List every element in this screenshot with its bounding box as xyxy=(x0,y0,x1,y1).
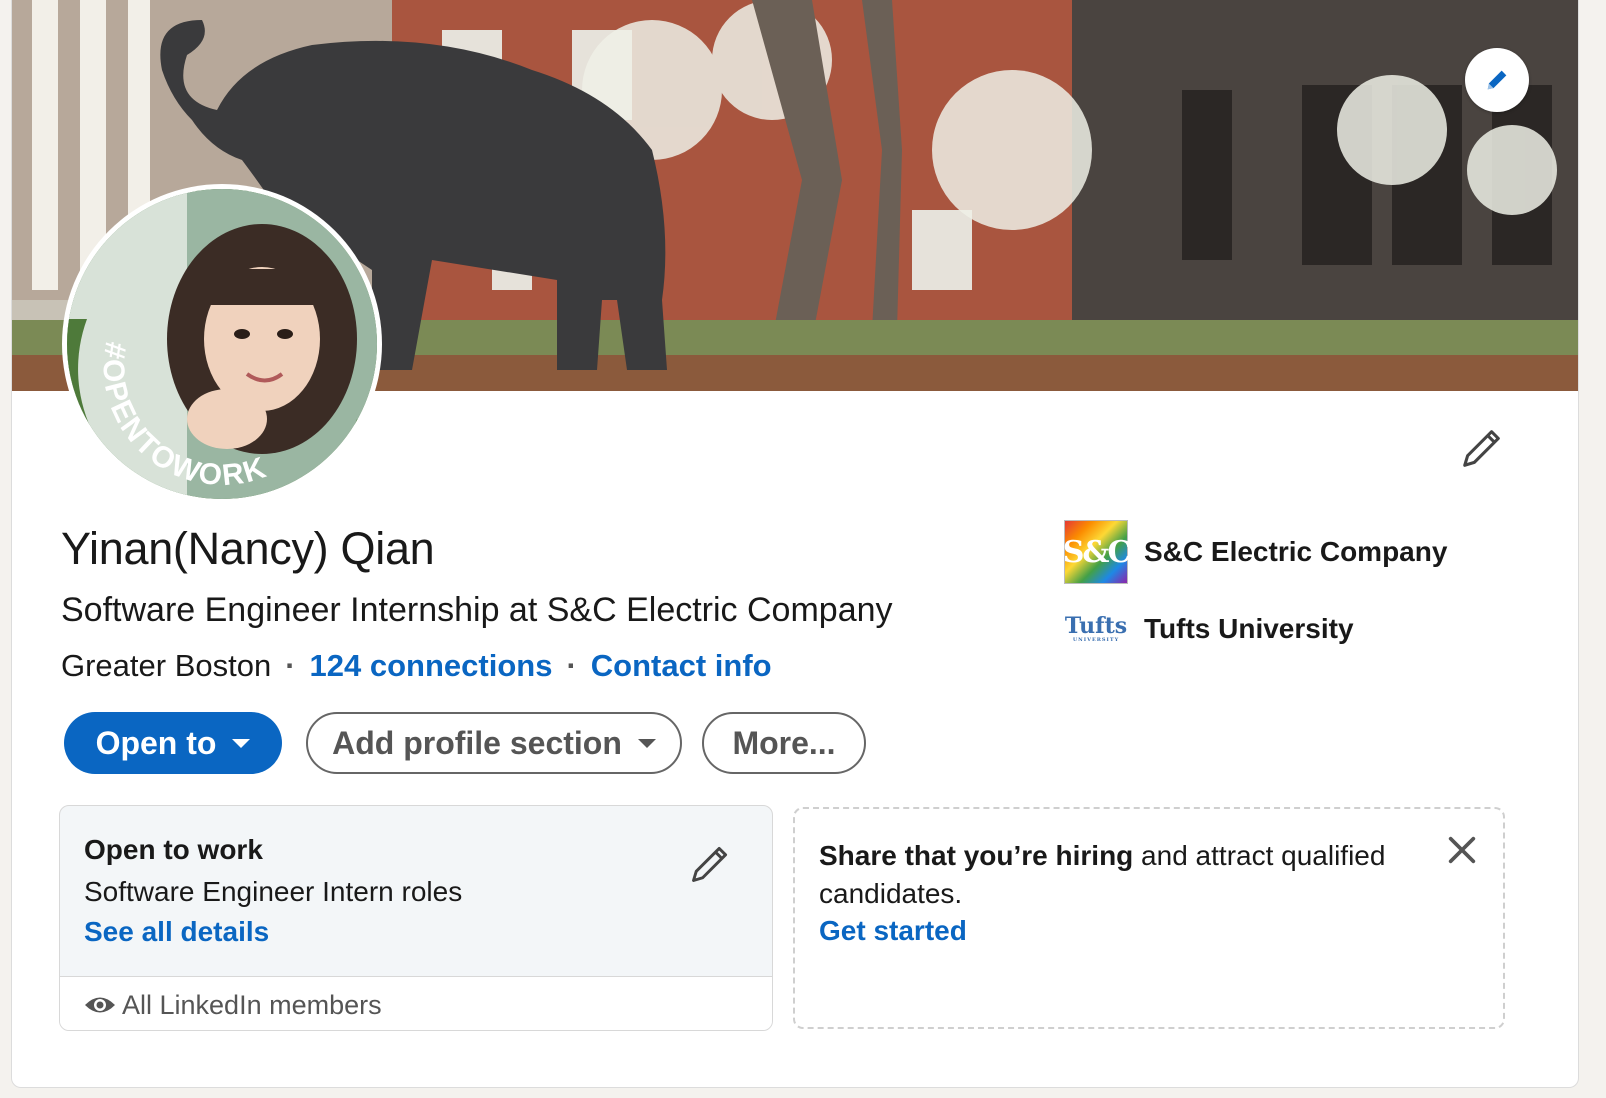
visibility-label: All LinkedIn members xyxy=(122,989,382,1020)
connections-link[interactable]: 124 connections xyxy=(310,648,553,683)
contact-info-link[interactable]: Contact info xyxy=(591,648,772,683)
open-to-work-visibility: All LinkedIn members xyxy=(60,976,772,1030)
open-to-button[interactable]: Open to xyxy=(64,712,282,774)
eye-icon xyxy=(85,997,115,1013)
edit-banner-button[interactable] xyxy=(1465,48,1529,112)
profile-photo-image: #OPENTOWORK xyxy=(67,189,377,499)
open-to-work-description: Software Engineer Intern roles xyxy=(84,876,463,907)
caret-down-icon xyxy=(232,738,251,748)
more-label: More... xyxy=(732,724,836,761)
company-logo: S&C xyxy=(1063,520,1131,584)
pencil-icon xyxy=(1487,70,1507,90)
hiring-prompt-bold: Share that you’re hiring xyxy=(819,840,1134,871)
company-name: S&C Electric Company xyxy=(1144,536,1448,567)
caret-down-icon xyxy=(637,738,656,748)
edit-intro-button[interactable] xyxy=(1459,425,1509,475)
profile-name: Yinan(Nancy) Qian xyxy=(61,523,435,574)
open-to-label: Open to xyxy=(95,724,217,761)
profile-headline: Software Engineer Internship at S&C Elec… xyxy=(61,591,893,629)
open-to-work-title: Open to work xyxy=(84,834,263,865)
edit-open-to-work-button[interactable] xyxy=(688,842,732,886)
profile-photo[interactable]: #OPENTOWORK xyxy=(62,184,382,504)
education-link[interactable]: Tufts UNIVERSITY Tufts University xyxy=(1064,607,1354,651)
pencil-icon xyxy=(1463,430,1500,467)
share-hiring-card: Share that you’re hiring and attract qua… xyxy=(793,807,1505,1029)
pencil-icon xyxy=(692,846,728,882)
get-started-link[interactable]: Get started xyxy=(819,915,967,947)
separator-dot: · xyxy=(566,648,577,683)
see-all-details-link[interactable]: See all details xyxy=(84,916,269,948)
separator-dot: · xyxy=(285,648,296,683)
dismiss-button[interactable] xyxy=(1445,833,1479,867)
open-to-work-card: Open to work Software Engineer Intern ro… xyxy=(59,805,773,1031)
hiring-prompt: Share that you’re hiring and attract qua… xyxy=(819,837,1439,913)
close-icon xyxy=(1448,836,1476,864)
school-name: Tufts University xyxy=(1144,613,1354,644)
profile-location: Greater Boston xyxy=(61,648,272,683)
current-company-link[interactable]: S&C S&C Electric Company xyxy=(1063,520,1448,584)
more-button[interactable]: More... xyxy=(702,712,866,774)
profile-card: #OPENTOWORK Yinan(Nancy) Qian Software E… xyxy=(11,0,1579,1088)
add-profile-section-label: Add profile section xyxy=(332,724,622,761)
profile-meta: Greater Boston · 124 connections · Contact i… xyxy=(61,648,772,684)
add-profile-section-button[interactable]: Add profile section xyxy=(306,712,682,774)
school-logo: Tufts UNIVERSITY xyxy=(1064,613,1128,643)
avatar-illustration: #OPENTOWORK xyxy=(67,189,377,499)
